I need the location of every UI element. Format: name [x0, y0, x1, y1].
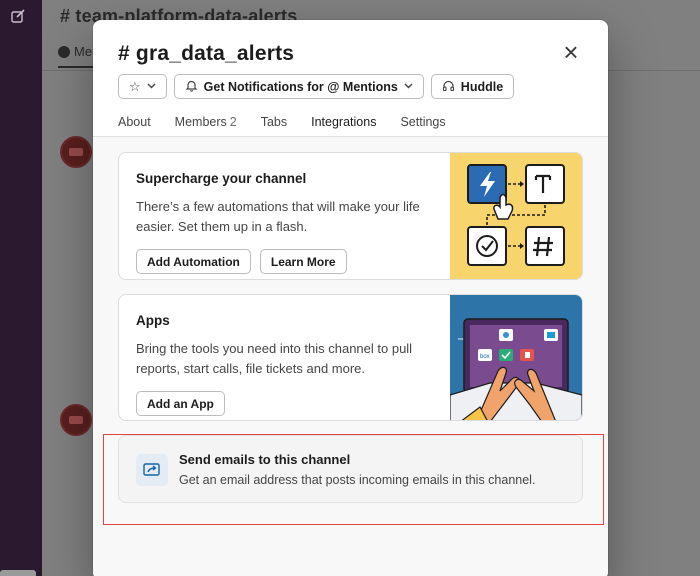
card-title: Supercharge your channel: [136, 171, 307, 186]
background-tab-label: Me: [74, 44, 93, 59]
compose-icon[interactable]: [10, 8, 28, 26]
tab-tabs[interactable]: Tabs: [261, 115, 287, 139]
tab-label: Integrations: [311, 115, 377, 129]
automation-illustration: [450, 153, 582, 279]
modal-body: Supercharge your channel There’s a few a…: [93, 137, 608, 576]
card-title: Send emails to this channel: [179, 452, 351, 467]
chevron-down-icon: [147, 81, 156, 92]
tab-label: About: [118, 115, 151, 129]
card-description: Get an email address that posts incoming…: [179, 473, 536, 487]
modal-tabs: About Members 2 Tabs Integrations Setting…: [118, 115, 446, 142]
tab-integrations[interactable]: Integrations: [311, 115, 377, 142]
add-app-button[interactable]: Add an App: [136, 391, 225, 416]
modal-header: # gra_data_alerts × ☆ Get Notifications …: [93, 20, 608, 142]
tab-members[interactable]: Members 2: [175, 115, 237, 139]
notifications-button[interactable]: Get Notifications for @ Mentions: [173, 74, 424, 99]
tab-label: Tabs: [260, 115, 288, 129]
workspace-sidebar: [0, 0, 42, 576]
huddle-button[interactable]: Huddle: [430, 74, 515, 99]
svg-text:box: box: [480, 354, 490, 360]
apps-card: Apps Bring the tools you need into this …: [118, 294, 583, 421]
automation-card: Supercharge your channel There’s a few a…: [118, 152, 583, 280]
avatar: [60, 404, 92, 436]
close-icon[interactable]: ×: [559, 39, 583, 65]
background-tab: Me: [58, 44, 92, 59]
tab-label: Settings: [400, 115, 446, 129]
tab-about[interactable]: About: [118, 115, 151, 139]
tab-settings[interactable]: Settings: [400, 115, 445, 139]
members-count: 2: [229, 115, 237, 129]
card-title: Apps: [136, 313, 170, 328]
email-forward-icon: [136, 454, 168, 486]
header-buttons: ☆ Get Notifications for @ Mentions Huddl: [118, 74, 515, 99]
learn-more-button[interactable]: Learn More: [259, 249, 347, 274]
add-automation-button[interactable]: Add Automation: [136, 249, 251, 274]
background-tab-underline: [58, 66, 98, 68]
headphones-icon: [442, 79, 455, 95]
message-icon: [58, 45, 70, 58]
send-emails-card[interactable]: Send emails to this channel Get an email…: [118, 435, 583, 503]
card-description: Bring the tools you need into this chann…: [136, 341, 413, 376]
star-button[interactable]: ☆: [118, 74, 167, 99]
star-icon: ☆: [129, 78, 141, 94]
channel-details-modal: # gra_data_alerts × ☆ Get Notifications …: [93, 20, 608, 576]
apps-illustration: box: [449, 295, 582, 420]
bell-icon: [185, 79, 198, 95]
tab-label: Members: [174, 115, 227, 129]
huddle-label: Huddle: [460, 79, 504, 94]
notifications-label: Get Notifications for @ Mentions: [203, 79, 398, 94]
card-description: There’s a few automations that will make…: [136, 199, 420, 234]
avatar: [60, 136, 92, 168]
chevron-down-icon: [404, 81, 413, 92]
sidebar-footer-chip: [0, 570, 36, 576]
modal-title: # gra_data_alerts: [118, 42, 295, 65]
